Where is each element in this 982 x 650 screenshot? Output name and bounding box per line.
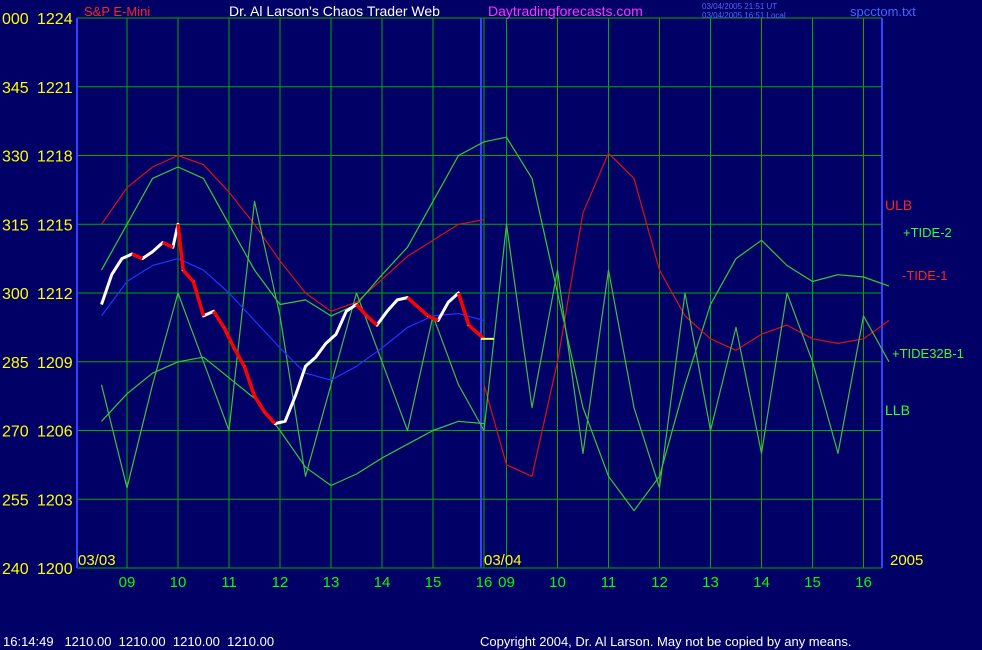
date-label-0303: 03/03 xyxy=(78,552,116,569)
x-tick-label: 15 xyxy=(425,574,442,591)
y-price-label: 1212 xyxy=(37,286,73,303)
y-price-label: 1224 xyxy=(37,11,73,28)
instrument-label: S&P E-Mini xyxy=(84,4,150,19)
y-price-label: 1203 xyxy=(37,492,73,509)
y-price-label: 1209 xyxy=(37,355,73,372)
chaos-trader-chart: 000 1224345 1221330 1218315 1215300 1212285 12… xyxy=(0,0,982,650)
x-tick-label: 11 xyxy=(601,574,617,591)
y-angle-label: 255 xyxy=(2,492,29,509)
x-tick-label: 11 xyxy=(221,574,237,591)
y-price-label: 1206 xyxy=(37,424,73,441)
label-tide-2: +TIDE-2 xyxy=(903,225,952,240)
x-tick-label: 16 xyxy=(476,574,493,591)
x-tick-label: 09 xyxy=(498,574,515,591)
x-tick-label: 12 xyxy=(272,574,289,591)
y-angle-label: 285 xyxy=(2,355,29,372)
quote-readout: 16:14:49 1210.00 1210.00 1210.00 1210.00 xyxy=(3,634,274,649)
date-label-0304: 03/04 xyxy=(484,552,522,569)
x-tick-label: 15 xyxy=(804,574,821,591)
timestamp-ut: 03/04/2005 21:51 UT xyxy=(702,2,777,11)
y-angle-label: 345 xyxy=(2,80,29,97)
y-angle-label: 000 xyxy=(2,11,29,28)
y-angle-label: 330 xyxy=(2,149,29,166)
x-tick-label: 16 xyxy=(855,574,872,591)
y-price-label: 1200 xyxy=(37,561,73,578)
x-tick-label: 13 xyxy=(323,574,340,591)
label-llb: LLB xyxy=(885,402,910,418)
y-axis-labels: 000 1224 345 1221 330 1218 315 1215 300 1212 285 12… xyxy=(2,11,73,578)
y-angle-label: 300 xyxy=(2,286,29,303)
x-tick-label: 10 xyxy=(170,574,187,591)
copyright-notice: Copyright 2004, Dr. Al Larson. May not b… xyxy=(480,634,851,649)
label-tide-1: -TIDE-1 xyxy=(902,268,948,283)
x-tick-label: 10 xyxy=(549,574,566,591)
y-angle-label: 270 xyxy=(2,424,29,441)
x-tick-label: 13 xyxy=(702,574,719,591)
y-angle-label: 240 xyxy=(2,561,29,578)
y-price-label: 1221 xyxy=(37,80,73,97)
author-title: Dr. Al Larson's Chaos Trader Web xyxy=(229,3,440,19)
x-tick-label: 12 xyxy=(651,574,668,591)
y-angle-label: 315 xyxy=(2,217,29,234)
site-link[interactable]: Daytradingforecasts.com xyxy=(488,3,643,19)
y-price-label: 1218 xyxy=(37,149,73,166)
data-file-name: spcctom.txt xyxy=(850,4,916,19)
y-price-label: 1215 xyxy=(37,217,73,234)
label-tide32b-1: +TIDE32B-1 xyxy=(892,346,964,361)
x-tick-label: 09 xyxy=(119,574,136,591)
x-tick-label: 14 xyxy=(374,574,391,591)
timestamp-local: 03/04/2005 16:51 Local xyxy=(702,11,786,20)
x-tick-label: 14 xyxy=(753,574,770,591)
year-label: 2005 xyxy=(890,552,923,569)
label-ulb: ULB xyxy=(885,197,912,213)
